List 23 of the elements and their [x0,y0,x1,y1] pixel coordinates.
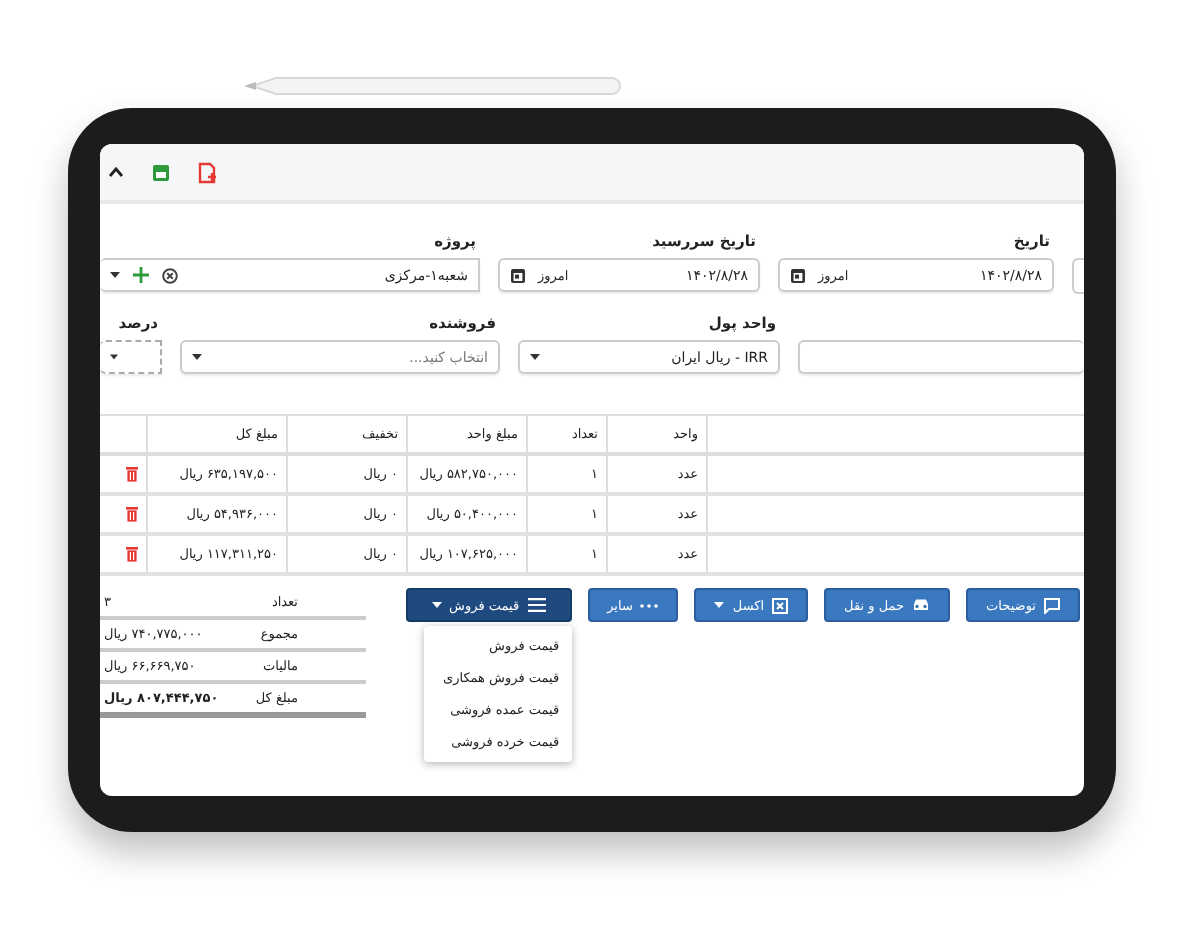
trash-icon[interactable] [126,546,138,562]
plus-icon[interactable] [132,266,150,284]
percent-field[interactable] [100,340,162,374]
chevron-up-icon[interactable] [108,166,124,178]
caret-icon [431,602,442,608]
input-field[interactable] [1072,258,1084,294]
input-field[interactable] [798,340,1084,374]
comment-icon [1044,597,1060,613]
trash-icon[interactable] [126,466,138,482]
caret-icon [714,602,725,608]
calendar-icon[interactable] [790,267,806,283]
menu-icon [527,598,546,612]
caret-icon[interactable] [192,354,202,360]
trash-icon[interactable] [126,506,138,522]
window-icon[interactable] [152,163,170,181]
file-add-icon[interactable] [198,161,218,183]
spreadsheet-icon [772,597,789,613]
caret-icon[interactable] [110,272,120,278]
calendar-icon[interactable] [510,267,526,283]
caret-icon[interactable] [530,354,540,360]
caret-icon[interactable] [110,354,118,360]
clear-icon[interactable] [162,267,178,283]
car-icon [912,598,931,612]
